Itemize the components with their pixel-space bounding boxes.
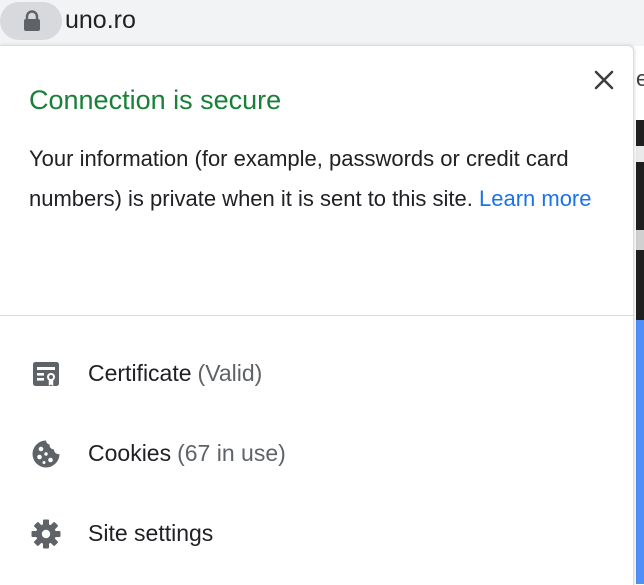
page-info-popup: Connection is secure Your information (f… bbox=[0, 45, 634, 585]
lock-icon bbox=[24, 10, 40, 31]
certificate-row[interactable]: Certificate (Valid) bbox=[0, 337, 634, 407]
site-settings-label: Site settings bbox=[88, 520, 214, 546]
cookies-label-wrap: Cookies (67 in use) bbox=[88, 437, 286, 469]
learn-more-link[interactable]: Learn more bbox=[479, 186, 592, 211]
close-button[interactable] bbox=[590, 66, 618, 94]
cookies-count: (67 in use) bbox=[177, 440, 286, 466]
certificate-label: Certificate bbox=[88, 360, 192, 386]
background-blue-region bbox=[636, 320, 644, 584]
site-settings-label-wrap: Site settings bbox=[88, 517, 213, 549]
background-mark bbox=[636, 146, 644, 162]
site-info-button[interactable] bbox=[0, 2, 62, 40]
certificate-icon bbox=[33, 362, 59, 386]
cookies-row[interactable]: Cookies (67 in use) bbox=[0, 417, 634, 487]
certificate-status: (Valid) bbox=[197, 360, 263, 386]
certificate-label-wrap: Certificate (Valid) bbox=[88, 357, 262, 389]
background-dark-region bbox=[636, 120, 644, 320]
url-text[interactable]: uno.ro bbox=[65, 4, 136, 36]
site-settings-row[interactable]: Site settings bbox=[0, 497, 634, 567]
gear-icon bbox=[31, 519, 61, 549]
close-icon bbox=[594, 70, 614, 90]
connection-description: Your information (for example, passwords… bbox=[29, 139, 619, 219]
cookie-icon bbox=[32, 440, 60, 468]
cookies-label: Cookies bbox=[88, 440, 172, 466]
background-page-text: e bbox=[636, 66, 644, 91]
divider bbox=[0, 315, 634, 316]
connection-status-title: Connection is secure bbox=[29, 85, 282, 115]
background-mark bbox=[636, 230, 644, 250]
address-bar: uno.ro bbox=[0, 0, 644, 46]
